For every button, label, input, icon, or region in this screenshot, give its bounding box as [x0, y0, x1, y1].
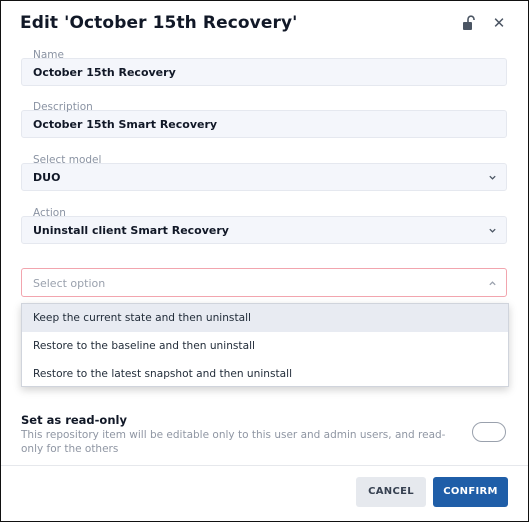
description-field[interactable]: Description October 15th Smart Recovery: [21, 101, 507, 138]
close-icon[interactable]: ✕: [492, 14, 506, 32]
name-label: Name: [33, 49, 64, 61]
model-value: DUO: [33, 171, 61, 184]
cancel-button[interactable]: CANCEL: [356, 477, 426, 507]
chevron-down-icon: [489, 175, 496, 180]
option-select[interactable]: Select option: [21, 268, 507, 297]
dialog-header: Edit 'October 15th Recovery' ✕: [1, 1, 528, 45]
dropdown-option[interactable]: Restore to the baseline and then uninsta…: [22, 332, 508, 360]
readonly-description: This repository item will be editable on…: [21, 429, 446, 455]
action-label: Action: [33, 207, 66, 219]
footer-divider: [1, 465, 528, 466]
description-value: October 15th Smart Recovery: [33, 118, 218, 131]
chevron-down-icon: [489, 228, 496, 233]
action-value: Uninstall client Smart Recovery: [33, 224, 229, 237]
option-dropdown: Keep the current state and then uninstal…: [21, 303, 509, 387]
dialog-title: Edit 'October 15th Recovery': [20, 13, 298, 33]
edit-dialog: Edit 'October 15th Recovery' ✕ Name Octo…: [0, 0, 529, 522]
unlock-icon[interactable]: [462, 15, 476, 31]
chevron-up-icon: [489, 281, 496, 286]
action-select[interactable]: Action Uninstall client Smart Recovery: [21, 207, 507, 244]
name-field[interactable]: Name October 15th Recovery: [21, 49, 507, 86]
confirm-button[interactable]: CONFIRM: [433, 477, 508, 507]
model-label: Select model: [33, 154, 102, 166]
description-label: Description: [33, 101, 93, 113]
name-value: October 15th Recovery: [33, 66, 176, 79]
readonly-toggle[interactable]: [472, 422, 506, 442]
model-select[interactable]: Select model DUO: [21, 154, 507, 191]
dropdown-option[interactable]: Keep the current state and then uninstal…: [22, 304, 508, 332]
option-select-placeholder: Select option: [33, 277, 106, 290]
dropdown-option[interactable]: Restore to the latest snapshot and then …: [22, 360, 508, 388]
readonly-title: Set as read-only: [21, 413, 127, 427]
